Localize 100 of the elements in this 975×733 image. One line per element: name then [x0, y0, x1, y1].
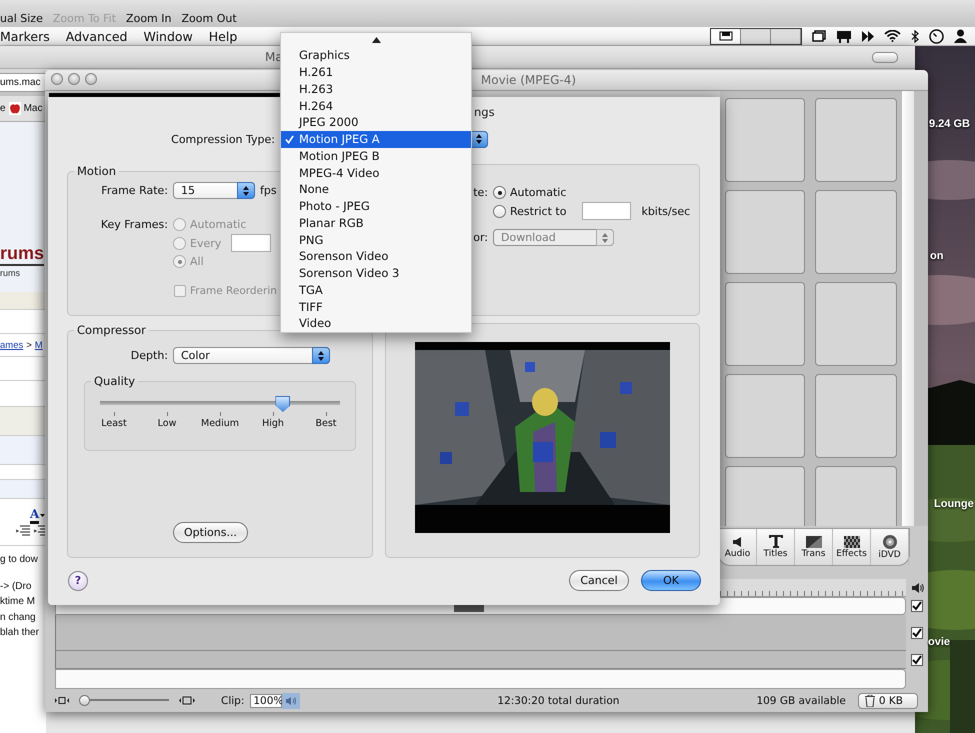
stepper-icon	[596, 229, 614, 246]
menu-item[interactable]: H.263	[281, 80, 471, 98]
desktop-icon-label[interactable]: 9.24 GB	[929, 118, 970, 130]
clip-slot[interactable]	[725, 282, 805, 366]
display-icon[interactable]	[836, 30, 852, 42]
track-checkbox[interactable]	[911, 600, 923, 612]
menu-item[interactable]: MPEG-4 Video	[281, 164, 471, 181]
pane-button[interactable]: Titles	[757, 529, 795, 565]
track-checkbox[interactable]	[911, 654, 923, 666]
tick-label: Best	[315, 418, 337, 429]
menu-item[interactable]: Photo - JPEG	[281, 198, 471, 214]
bookmark[interactable]: Mac	[24, 103, 42, 114]
clip-slot[interactable]	[725, 374, 805, 458]
menu-title[interactable]: Help	[208, 28, 246, 44]
close-button[interactable]	[51, 73, 63, 85]
tick-label: Medium	[201, 418, 239, 429]
track-checkbox[interactable]	[911, 627, 923, 639]
checkmark-icon	[285, 134, 294, 144]
toolbar-toggle-button[interactable]	[872, 52, 898, 63]
menu-item[interactable]: Video	[281, 315, 471, 332]
bluetooth-icon[interactable]	[911, 30, 919, 42]
radio-option[interactable]: Automatic	[493, 184, 566, 201]
slider-thumb[interactable]	[275, 396, 290, 412]
caret-icon	[40, 514, 46, 518]
trash-button[interactable]: 0 KB	[858, 692, 918, 708]
zoom-button[interactable]	[85, 73, 97, 85]
minimize-button[interactable]	[68, 73, 80, 85]
menu-item[interactable]: PNG	[281, 231, 471, 248]
indent-icons[interactable]	[16, 524, 46, 536]
slider-thumb[interactable]	[79, 695, 90, 706]
desktop-icon-label[interactable]: on	[930, 250, 944, 262]
menu-item[interactable]: Planar RGB	[281, 214, 471, 232]
menu-item[interactable]: TGA	[281, 282, 471, 298]
depth-popup[interactable]: Color	[173, 347, 330, 364]
menu-title[interactable]: Markers	[0, 28, 58, 44]
scroll-up-icon[interactable]	[372, 37, 380, 43]
clip-slot[interactable]	[815, 374, 897, 458]
radio-option[interactable]: Restrict to	[493, 202, 566, 220]
group-title: Compressor	[76, 323, 147, 337]
bookmark[interactable]: e	[0, 103, 6, 114]
toolbar-label[interactable]: ual Size	[0, 12, 43, 25]
post-text-line: ktime M	[0, 595, 36, 609]
menu-item[interactable]: TIFF	[281, 298, 471, 315]
menu-item[interactable]: Motion JPEG B	[281, 148, 471, 164]
clip-slot[interactable]	[725, 98, 805, 182]
clip-slot[interactable]	[725, 466, 805, 526]
text-color-button[interactable]: A	[30, 508, 46, 524]
dialog-button[interactable]: OK	[641, 570, 701, 591]
free-space: 109 GB available	[756, 694, 846, 706]
pane-button[interactable]: iDVD	[871, 529, 909, 565]
disc-icon	[882, 534, 896, 548]
menu-item[interactable]: H.261	[281, 64, 471, 80]
breadcrumb-link[interactable]: M	[34, 340, 43, 350]
audio-track[interactable]	[55, 651, 906, 669]
toolbar-label[interactable]: Zoom In	[126, 12, 172, 25]
clip-volume-field[interactable]: 100%	[250, 694, 282, 708]
clip-slot[interactable]	[815, 190, 897, 274]
menu-item[interactable]: None	[281, 181, 471, 198]
desktop-icon-label[interactable]: Lounge	[934, 498, 974, 510]
clock-icon[interactable]	[929, 28, 944, 44]
clip-slot[interactable]	[815, 282, 897, 366]
fast-forward-icon[interactable]	[862, 30, 874, 42]
menu-item[interactable]: Graphics	[281, 47, 471, 64]
menu-item[interactable]: H.264	[281, 97, 471, 114]
window-icon[interactable]	[812, 30, 826, 42]
audio-track[interactable]	[55, 615, 906, 651]
spaces-switcher[interactable]	[710, 28, 802, 44]
clip-slot[interactable]	[815, 466, 897, 526]
menu-item[interactable]: Sorenson Video 3	[281, 264, 471, 282]
desktop-icon	[718, 31, 732, 41]
options-button[interactable]: Options...	[173, 522, 248, 543]
toolbar-label[interactable]: Zoom Out	[181, 12, 237, 25]
speaker-icon	[285, 696, 298, 706]
menu-item[interactable]: JPEG 2000	[281, 114, 471, 131]
wifi-icon[interactable]	[884, 30, 901, 42]
menu-item[interactable]: Motion JPEG A	[281, 130, 471, 148]
frame-rate-popup[interactable]: 15	[173, 182, 255, 199]
unit-label: kbits/sec	[641, 204, 690, 218]
pane-button[interactable]: Effects	[833, 529, 871, 565]
scroll-bar[interactable]	[902, 91, 914, 526]
menu-item[interactable]: Sorenson Video	[281, 248, 471, 265]
volume-button[interactable]	[282, 692, 300, 708]
clip-slot[interactable]	[815, 98, 897, 182]
menu-title[interactable]: Window	[143, 28, 201, 44]
menu-title[interactable]: Advanced	[66, 28, 136, 44]
input-field[interactable]	[582, 202, 632, 220]
help-button[interactable]: ?	[68, 570, 88, 590]
group-title: Quality	[93, 374, 136, 388]
user-icon[interactable]	[954, 29, 967, 43]
zoom-in-icon[interactable]	[179, 696, 195, 705]
desktop-icon-label[interactable]: ovie	[928, 636, 950, 648]
input-field[interactable]	[231, 234, 272, 252]
zoom-out-icon[interactable]	[55, 696, 69, 705]
speaker-icon[interactable]	[910, 582, 924, 594]
dialog-title: ngs	[474, 105, 495, 119]
pane-button[interactable]: Trans	[795, 529, 833, 565]
address-field[interactable]: ums.mac	[0, 73, 46, 92]
breadcrumb-link[interactable]: ames	[0, 340, 24, 350]
clip-slot[interactable]	[725, 190, 805, 274]
dialog-button[interactable]: Cancel	[569, 570, 629, 591]
